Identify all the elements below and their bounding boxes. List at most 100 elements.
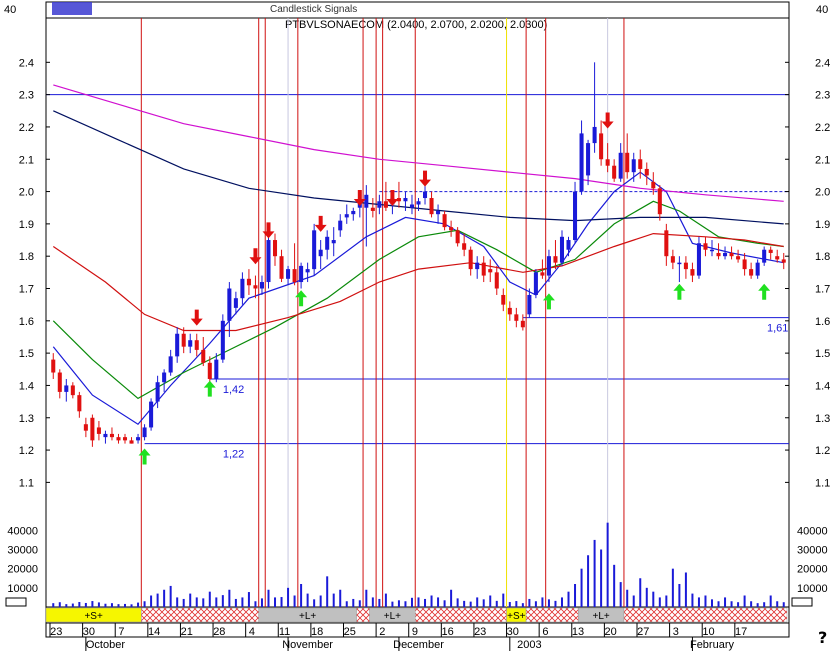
candle-body [742,259,747,270]
candle-body [755,262,760,276]
x-tick-label: 9 [412,626,418,638]
volume-bar [410,597,413,607]
y-tick-label-right: 1.5 [815,348,830,360]
month-label: 2003 [517,639,541,651]
y-tick-label-left: 1.3 [19,413,34,425]
volume-bar [737,602,740,607]
candle-body [325,236,330,250]
indicator-strip-icon [52,2,92,15]
candle-body [344,214,349,218]
candle-body [286,269,291,279]
volume-bar [52,603,55,607]
corner-label-right: 40 [816,4,828,16]
y-tick-label-right: 2.3 [815,90,830,102]
candle-body [736,256,741,260]
candle-body [683,262,688,270]
y-tick-label-right: 2.2 [815,122,830,134]
volume-tick-label-left: 30000 [7,545,38,557]
volume-bar [717,601,720,607]
volume-bar [456,598,459,607]
volume-bar [534,601,537,607]
volume-bar [547,599,550,607]
chart-background [0,0,835,651]
volume-bar [176,597,179,607]
candle-body [781,259,786,263]
volume-bar [691,593,694,607]
candle-body [729,252,734,257]
x-tick-label: 7 [118,626,124,638]
volume-bar [632,595,635,607]
volume-bar [137,602,140,607]
candle-body [136,437,141,441]
y-tick-label-left: 1.9 [19,219,34,231]
candle-body [370,207,375,211]
support-level-label: 1,42 [223,384,244,396]
x-tick-label: 13 [572,626,584,638]
candle-body [64,385,69,392]
volume-bar [234,598,237,607]
y-tick-label-right: 1.9 [815,219,830,231]
volume-bar [743,595,746,607]
candle-body [768,249,773,253]
candle-body [246,278,251,286]
volume-bar [417,597,420,607]
volume-bar [163,589,166,607]
y-tick-label-left: 1.6 [19,316,34,328]
volume-bar [280,597,283,607]
candle-body [553,256,558,263]
candle-body [429,198,434,215]
volume-bar [378,598,381,607]
x-tick-label: 18 [311,626,323,638]
y-tick-label-right: 1.2 [815,445,830,457]
candle-body [201,349,206,363]
candle-body [155,382,160,402]
volume-bar [593,539,596,607]
volume-bar [554,600,557,607]
trend-band-hatch [141,607,259,623]
volume-bar [110,603,113,607]
y-tick-label-left: 2.3 [19,90,34,102]
trend-band-label: +L+ [299,611,316,622]
x-tick-label: 27 [637,626,649,638]
candle-body [312,230,317,270]
volume-bar [756,603,759,607]
candle-body [70,385,75,396]
month-label: December [393,639,444,651]
volume-bar [384,593,387,607]
volume-bar [143,601,146,607]
trend-band-label: +L+ [592,611,609,622]
volume-bar [313,599,316,607]
candle-body [266,240,271,283]
volume-bar [606,522,609,607]
y-tick-label-right: 1.8 [815,251,830,263]
x-tick-label: 14 [148,626,160,638]
candle-body [220,320,225,360]
volume-bar [580,568,583,607]
candle-body [175,333,180,357]
volume-bar [339,589,342,607]
candle-body [775,256,780,260]
trend-band-hatch [414,607,507,623]
volume-bar [528,598,531,607]
y-tick-label-right: 1.4 [815,380,830,392]
volume-bar [260,598,263,607]
volume-bar [241,597,244,607]
trend-band-label: +S+ [507,611,526,622]
y-tick-label-left: 2.2 [19,122,34,134]
volume-bar [704,595,707,607]
x-tick-label: 2 [379,626,385,638]
volume-scale-box-left [5,597,27,607]
volume-bar [189,593,192,607]
candle-body [670,256,675,263]
month-label: February [690,639,735,651]
volume-bar [710,599,713,607]
volume-bar [182,598,185,607]
volume-bar [521,603,524,607]
candle-body [533,272,538,295]
month-label: November [282,639,333,651]
help-question-icon[interactable]: ? [818,628,827,647]
candle-body [416,201,421,205]
candle-body [605,159,610,166]
volume-bar [91,601,94,607]
candle-body [383,201,388,208]
